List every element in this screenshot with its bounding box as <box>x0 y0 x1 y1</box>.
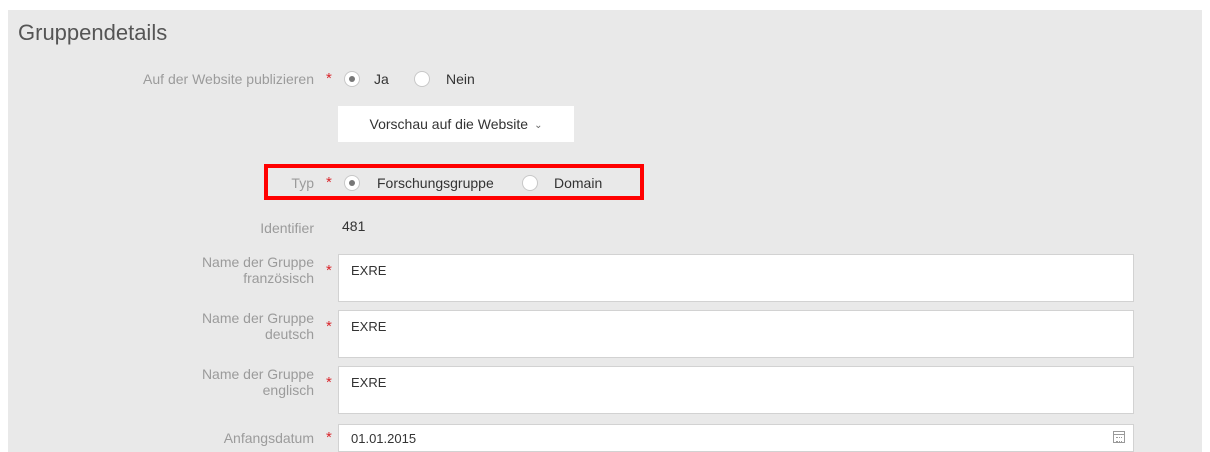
start-date-field[interactable]: 01.01.2015 <box>338 424 1134 452</box>
type-research-group-label[interactable]: Forschungsgruppe <box>377 175 494 191</box>
preview-button-label: Vorschau auf die Website <box>369 116 529 132</box>
required-marker: * <box>326 174 332 191</box>
type-research-group-radio[interactable] <box>344 175 360 191</box>
name-en-label-line2: englisch <box>262 382 314 398</box>
type-domain-label[interactable]: Domain <box>554 175 602 191</box>
required-marker: * <box>326 374 332 391</box>
publish-label: Auf der Website publizieren <box>143 71 314 87</box>
identifier-value: 481 <box>342 218 366 234</box>
required-marker: * <box>326 318 332 335</box>
name-de-label-line1: Name der Gruppe <box>201 310 314 326</box>
required-marker: * <box>326 429 332 446</box>
website-preview-button[interactable]: Vorschau auf die Website ⌄ <box>338 106 574 142</box>
publish-no-radio[interactable] <box>414 71 430 87</box>
name-fr-label-line1: Name der Gruppe <box>201 254 314 270</box>
section-title: Gruppendetails <box>18 20 168 45</box>
name-de-label-line2: deutsch <box>264 326 314 342</box>
name-en-label: Name der Gruppe englisch <box>202 366 314 398</box>
name-en-label-line1: Name der Gruppe <box>201 366 314 382</box>
chevron-down-icon: ⌄ <box>534 119 543 131</box>
group-details-panel: Gruppendetails Auf der Website publizier… <box>8 10 1202 452</box>
publish-yes-label[interactable]: Ja <box>374 71 389 87</box>
name-de-field[interactable]: EXRE <box>338 310 1134 358</box>
publish-no-label[interactable]: Nein <box>446 71 475 87</box>
start-date-label: Anfangsdatum <box>223 430 314 446</box>
type-domain-radio[interactable] <box>522 175 538 191</box>
name-fr-field[interactable]: EXRE <box>338 254 1134 302</box>
name-en-field[interactable]: EXRE <box>338 366 1134 414</box>
required-marker: * <box>326 262 332 279</box>
calendar-icon[interactable] <box>1113 431 1125 443</box>
name-fr-label-line2: französisch <box>243 270 314 286</box>
name-fr-label: Name der Gruppe französisch <box>202 254 314 286</box>
required-marker: * <box>326 70 332 87</box>
identifier-label: Identifier <box>260 220 314 236</box>
publish-yes-radio[interactable] <box>344 71 360 87</box>
start-date-value: 01.01.2015 <box>351 431 417 446</box>
name-de-label: Name der Gruppe deutsch <box>202 310 314 342</box>
type-label: Typ <box>291 175 314 191</box>
